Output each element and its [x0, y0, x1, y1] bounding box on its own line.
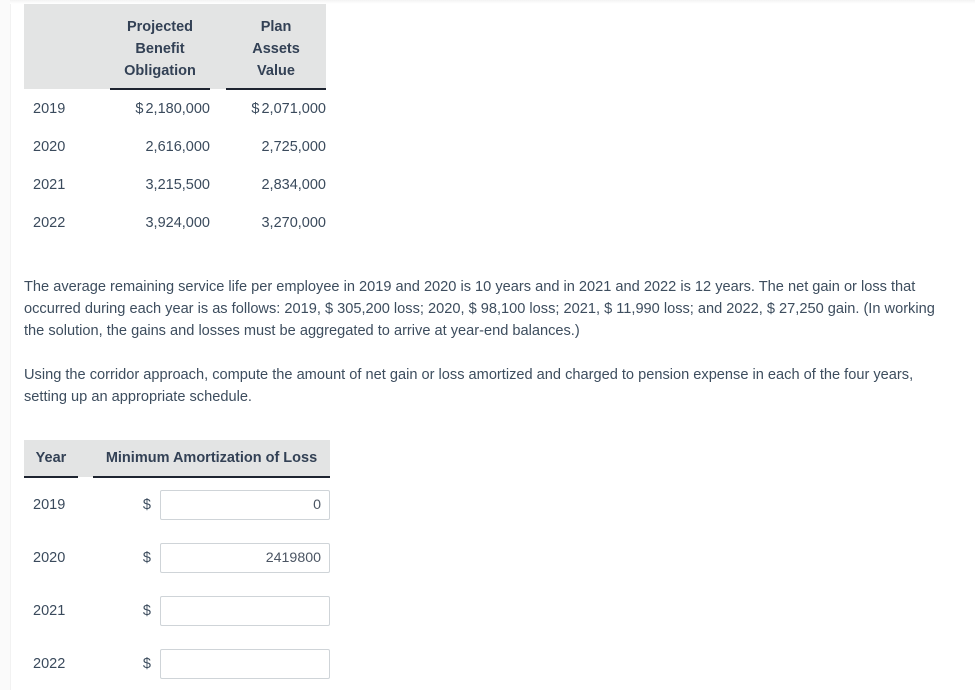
row-gap-1 [94, 204, 110, 242]
row-amortization-cell: $ [93, 531, 330, 584]
amortization-answer-table: Year Minimum Amortization of Loss 2019 $ [24, 440, 330, 690]
value: 3,924,000 [145, 215, 210, 231]
row-projected-benefit-obligation: 3,215,500 [110, 166, 210, 204]
row-amortization-cell: $ [93, 477, 330, 531]
row-year: 2020 [33, 549, 66, 566]
header-gap [78, 440, 93, 477]
left-gutter [0, 0, 11, 690]
table-row: 2019 $2,180,000 $2,071,000 [24, 89, 326, 128]
answer-table-body: 2019 $ 2020 $ [24, 477, 330, 690]
row-gap-1 [94, 166, 110, 204]
header-line-1: Plan [260, 19, 292, 35]
exercise-page: Projected Benefit Obligation Plan Assets… [0, 0, 975, 690]
value: 2,616,000 [145, 139, 210, 155]
header-cell-year: Year [24, 440, 78, 478]
instructions-paragraph-1: The average remaining service life per e… [24, 279, 935, 339]
header-cell-minimum-amortization-of-loss: Minimum Amortization of Loss [93, 440, 330, 478]
value: 2,180,000 [145, 101, 210, 117]
row-plan-assets-value: 2,834,000 [226, 166, 326, 204]
amortization-input-2019[interactable] [160, 489, 330, 520]
amortization-input-2020[interactable] [160, 542, 330, 573]
row-gap [78, 637, 93, 690]
row-plan-assets-value: 2,725,000 [226, 128, 326, 166]
header-line-3: Value [257, 63, 295, 79]
given-data-table: Projected Benefit Obligation Plan Assets… [24, 4, 326, 242]
row-gap-2 [210, 166, 226, 204]
currency-symbol: $ [142, 549, 151, 566]
table-row: 2020 2,616,000 2,725,000 [24, 128, 326, 166]
row-year: 2021 [33, 602, 66, 619]
table-row: 2021 3,215,500 2,834,000 [24, 166, 326, 204]
currency-symbol: $ [142, 602, 151, 619]
given-data-table-head: Projected Benefit Obligation Plan Assets… [24, 4, 326, 90]
row-year: 2020 [33, 139, 66, 155]
amortization-input-2021[interactable] [160, 595, 330, 626]
row-year: 2022 [33, 655, 66, 672]
row-gap-1 [94, 128, 110, 166]
header-line-2: Assets [252, 41, 300, 57]
table-header-row: Year Minimum Amortization of Loss [24, 440, 330, 478]
header-cell-year-blank [24, 4, 94, 89]
row-year: 2021 [33, 177, 66, 193]
value: 2,725,000 [261, 139, 326, 155]
header-line-3: Obligation [124, 63, 196, 79]
row-year: 2022 [33, 215, 66, 231]
currency-symbol: $ [135, 101, 144, 117]
row-gap-2 [210, 204, 226, 242]
row-plan-assets-value: $2,071,000 [226, 89, 326, 128]
amortization-input-2022[interactable] [160, 648, 330, 679]
row-amortization-cell: $ [93, 584, 330, 637]
header-gap-1 [94, 4, 110, 89]
instructions-paragraph-2: Using the corridor approach, compute the… [24, 367, 914, 405]
table-row: 2022 $ [24, 637, 330, 690]
row-plan-assets-value: 3,270,000 [226, 204, 326, 242]
value: 3,270,000 [261, 215, 326, 231]
row-gap-2 [210, 89, 226, 128]
header-cell-plan-assets-value: Plan Assets Value [226, 4, 326, 90]
header-cell-projected-benefit-obligation: Projected Benefit Obligation [110, 4, 210, 90]
currency-symbol: $ [142, 496, 151, 513]
row-amortization-cell: $ [93, 637, 330, 690]
value: 3,215,500 [145, 177, 210, 193]
header-line-1: Projected [126, 19, 194, 35]
header-gap-2 [210, 4, 226, 89]
table-row: 2020 $ [24, 531, 330, 584]
row-gap [78, 531, 93, 584]
row-projected-benefit-obligation: 2,616,000 [110, 128, 210, 166]
table-header-row: Projected Benefit Obligation Plan Assets… [24, 4, 326, 90]
table-row: 2022 3,924,000 3,270,000 [24, 204, 326, 242]
row-gap [78, 477, 93, 531]
table-row: 2019 $ [24, 477, 330, 531]
currency-symbol: $ [142, 655, 151, 672]
currency-symbol: $ [251, 101, 260, 117]
row-projected-benefit-obligation: $2,180,000 [110, 89, 210, 128]
header-line-2: Benefit [135, 41, 185, 57]
content-column: Projected Benefit Obligation Plan Assets… [24, 0, 964, 690]
value: 2,834,000 [261, 177, 326, 193]
row-gap-2 [210, 128, 226, 166]
answer-table-head: Year Minimum Amortization of Loss [24, 440, 330, 478]
row-gap-1 [94, 89, 110, 128]
row-projected-benefit-obligation: 3,924,000 [110, 204, 210, 242]
given-data-table-body: 2019 $2,180,000 $2,071,000 2020 2,616,00… [24, 89, 326, 242]
table-row: 2021 $ [24, 584, 330, 637]
value: 2,071,000 [261, 101, 326, 117]
row-year: 2019 [33, 100, 66, 117]
row-gap [78, 584, 93, 637]
row-year: 2019 [33, 496, 66, 513]
